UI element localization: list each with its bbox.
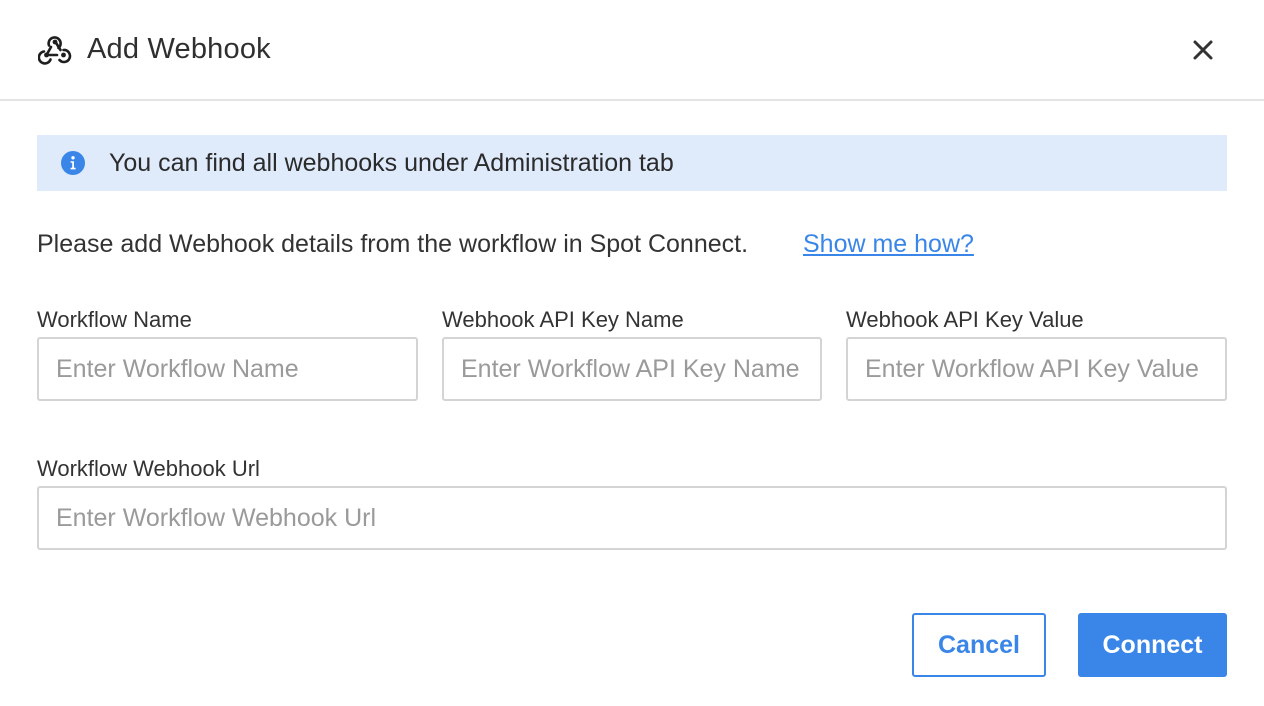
api-key-name-label: Webhook API Key Name <box>442 307 684 332</box>
workflow-name-input[interactable] <box>37 337 418 401</box>
close-button[interactable] <box>1186 33 1220 67</box>
close-icon <box>1193 40 1213 60</box>
info-banner-text: You can find all webhooks under Administ… <box>109 149 674 177</box>
api-key-value-label: Webhook API Key Value <box>846 307 1084 332</box>
webhook-icon <box>37 34 72 66</box>
info-icon <box>61 151 85 175</box>
workflow-name-label: Workflow Name <box>37 307 192 332</box>
api-key-value-input[interactable] <box>846 337 1227 401</box>
dialog-header: Add Webhook <box>0 0 1264 101</box>
connect-button[interactable]: Connect <box>1078 613 1227 677</box>
webhook-url-label: Workflow Webhook Url <box>37 456 260 481</box>
info-banner: You can find all webhooks under Administ… <box>37 135 1227 191</box>
webhook-url-input[interactable] <box>37 486 1227 550</box>
api-key-name-input[interactable] <box>442 337 822 401</box>
cancel-button[interactable]: Cancel <box>912 613 1046 677</box>
description-text: Please add Webhook details from the work… <box>37 230 749 258</box>
add-webhook-dialog: Add Webhook You can find all webhooks un… <box>0 0 1264 706</box>
show-me-how-link[interactable]: Show me how? <box>803 228 974 260</box>
dialog-title: Add Webhook <box>87 33 271 65</box>
